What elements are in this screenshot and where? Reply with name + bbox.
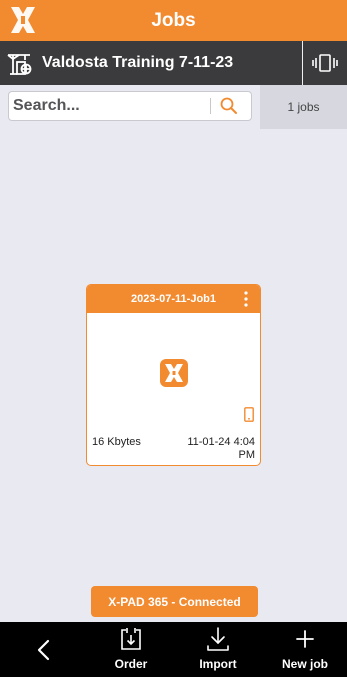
- project-title[interactable]: Valdosta Training 7-11-23: [42, 54, 233, 72]
- import-label: Import: [199, 657, 237, 671]
- jobs-count: 1 jobs: [260, 85, 347, 129]
- import-icon: [207, 627, 229, 651]
- device-switch-button[interactable]: [303, 41, 347, 85]
- job-file-size: 16 Kbytes: [92, 436, 141, 448]
- job-card[interactable]: 2023-07-11-Job1 16 Kbytes 11-01-24 4:04 …: [86, 284, 261, 466]
- job-date: 11-01-24 4:04 PM: [187, 436, 255, 461]
- job-card-header: 2023-07-11-Job1: [87, 285, 260, 313]
- x-pad-logo-icon[interactable]: [8, 5, 38, 35]
- project-bar: Valdosta Training 7-11-23: [0, 41, 347, 85]
- import-button[interactable]: Import: [192, 622, 244, 677]
- more-options-icon[interactable]: [244, 291, 248, 307]
- search-separator: [210, 98, 211, 114]
- search-placeholder: Search...: [13, 97, 80, 114]
- plus-icon: [296, 630, 314, 648]
- tablet-icon: [244, 407, 254, 422]
- new-job-label: New job: [281, 657, 328, 671]
- x-pad-job-icon: [160, 359, 188, 387]
- bottom-nav: Order Import New job: [0, 622, 347, 677]
- calendar-sort-icon: [121, 628, 141, 650]
- construction-site-icon: [7, 54, 32, 75]
- job-name: 2023-07-11-Job1: [131, 293, 216, 305]
- order-label: Order: [114, 657, 148, 671]
- search-icon[interactable]: [219, 96, 239, 116]
- app-header: Jobs: [0, 0, 347, 41]
- device-switch-icon: [312, 54, 338, 72]
- order-button[interactable]: Order: [106, 622, 156, 677]
- search-input[interactable]: Search...: [8, 91, 252, 121]
- search-row: Search... 1 jobs: [0, 85, 347, 129]
- back-chevron-icon: [37, 639, 50, 661]
- new-job-button[interactable]: New job: [276, 622, 334, 677]
- page-title: Jobs: [151, 9, 196, 31]
- connection-status: X-PAD 365 - Connected: [91, 586, 258, 617]
- back-button[interactable]: [24, 622, 64, 677]
